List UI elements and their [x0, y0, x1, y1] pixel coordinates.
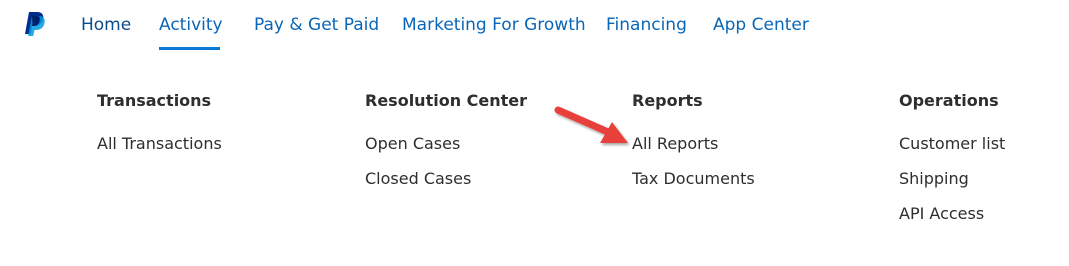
tax-documents-link[interactable]: Tax Documents	[632, 169, 755, 189]
nav-home[interactable]: Home	[81, 14, 131, 36]
nav-app-center[interactable]: App Center	[713, 14, 809, 36]
resolution-center-heading: Resolution Center	[365, 91, 528, 110]
customer-list-link[interactable]: Customer list	[899, 134, 1005, 154]
shipping-link[interactable]: Shipping	[899, 169, 969, 189]
activity-menu-page: Home Activity Pay & Get Paid Marketing F…	[0, 0, 1069, 266]
all-reports-link[interactable]: All Reports	[632, 134, 718, 154]
annotation-arrow-icon	[554, 106, 628, 143]
open-cases-link[interactable]: Open Cases	[365, 134, 460, 154]
nav-activity[interactable]: Activity	[159, 14, 223, 36]
nav-marketing-for-growth[interactable]: Marketing For Growth	[402, 14, 586, 36]
paypal-logo-icon[interactable]	[22, 11, 46, 37]
all-transactions-link[interactable]: All Transactions	[97, 134, 222, 154]
closed-cases-link[interactable]: Closed Cases	[365, 169, 471, 189]
transactions-heading: Transactions	[97, 91, 212, 110]
active-tab-underline	[159, 47, 220, 50]
api-access-link[interactable]: API Access	[899, 204, 984, 224]
nav-financing[interactable]: Financing	[606, 14, 687, 36]
reports-heading: Reports	[632, 91, 703, 110]
operations-heading: Operations	[899, 91, 999, 110]
nav-pay-get-paid[interactable]: Pay & Get Paid	[254, 14, 379, 36]
